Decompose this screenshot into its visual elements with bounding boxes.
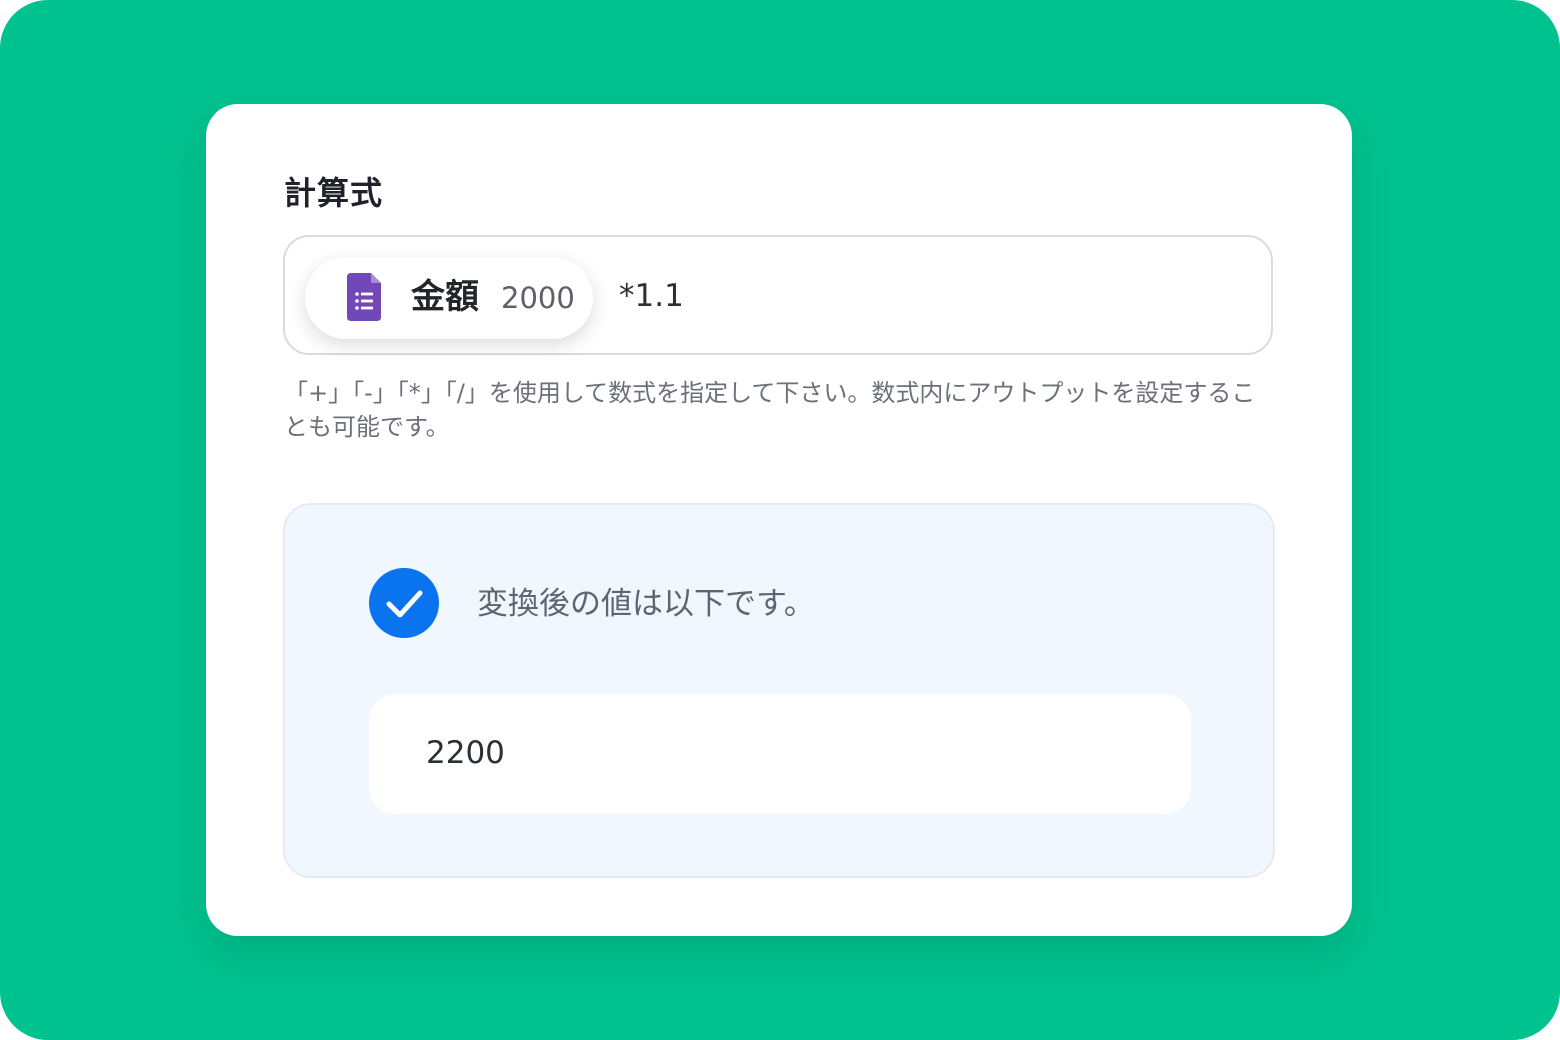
formula-label: 計算式 <box>284 174 384 212</box>
formula-input[interactable]: 金額 2000 *1.1 <box>283 235 1273 355</box>
formula-hint: 「+」「-」「*」「/」を使用して数式を指定して下さい。数式内にアウトプットを設… <box>284 379 1256 441</box>
result-value: 2200 <box>426 735 505 771</box>
output-chip-value: 2000 <box>501 281 575 315</box>
app-background: 計算式 金額 2000 *1.1 「+」「-」「*」「/」を使用して数式を指定し… <box>0 0 1560 1040</box>
formula-settings-card: 計算式 金額 2000 *1.1 「+」「-」「*」「/」を使用して数式を指定し… <box>206 104 1352 936</box>
output-chip-amount[interactable]: 金額 2000 <box>305 257 593 339</box>
output-chip-name: 金額 <box>411 277 479 317</box>
result-message: 変換後の値は以下です。 <box>477 586 815 622</box>
conversion-result-panel: 変換後の値は以下です。 2200 <box>283 503 1275 878</box>
result-value-box: 2200 <box>369 694 1191 814</box>
formula-suffix-text: *1.1 <box>619 278 684 314</box>
check-circle-icon <box>369 568 439 638</box>
google-forms-icon <box>347 273 381 321</box>
